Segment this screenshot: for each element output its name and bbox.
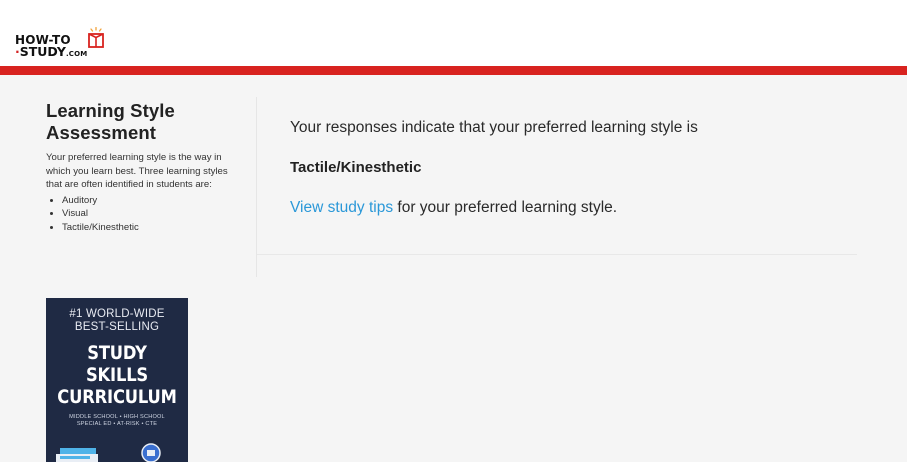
- list-item: Auditory: [62, 194, 246, 208]
- site-header: HOW-TO ·STUDY.COM: [0, 0, 907, 66]
- sidebar: Learning Style Assessment Your preferred…: [46, 100, 246, 235]
- promo-title-line2: CURRICULUM: [57, 386, 177, 408]
- promo-title-line1: STUDY SKILLS: [85, 342, 149, 386]
- promo-title: STUDY SKILLS CURRICULUM: [56, 342, 178, 408]
- result-panel: Your responses indicate that your prefer…: [290, 118, 850, 218]
- list-item: Visual: [62, 207, 246, 221]
- site-logo[interactable]: HOW-TO ·STUDY.COM: [15, 27, 119, 65]
- result-text: Your responses indicate that your prefer…: [290, 119, 698, 136]
- sidebar-description: Your preferred learning style is the way…: [46, 152, 228, 191]
- logo-text-study: ·STUDY.COM: [15, 44, 88, 59]
- curriculum-promo-banner[interactable]: #1 WORLD-WIDE BEST-SELLING STUDY SKILLS …: [46, 298, 188, 462]
- column-divider: [256, 97, 257, 277]
- promo-tagline-line1: #1 WORLD-WIDE: [69, 308, 165, 320]
- book-stack-icon: [56, 443, 161, 462]
- learning-style-result: Tactile/Kinesthetic: [290, 159, 422, 176]
- gift-box-icon: [88, 27, 104, 48]
- sidebar-title: Learning Style Assessment: [46, 100, 175, 143]
- learning-styles-list: Auditory Visual Tactile/Kinesthetic: [46, 194, 246, 235]
- study-tips-line: View study tips for your preferred learn…: [290, 198, 850, 218]
- list-item: Tactile/Kinesthetic: [62, 221, 246, 235]
- promo-audience-line1: MIDDLE SCHOOL • HIGH SCHOOL: [69, 414, 165, 420]
- study-tips-suffix: for your preferred learning style.: [393, 199, 618, 216]
- view-study-tips-link[interactable]: View study tips: [290, 199, 393, 216]
- promo-audience-line2: SPECIAL ED • AT-RISK • CTE: [76, 421, 158, 427]
- promo-audience: MIDDLE SCHOOL • HIGH SCHOOL SPECIAL ED •…: [46, 414, 188, 428]
- promo-tagline: #1 WORLD-WIDE BEST-SELLING: [46, 308, 188, 334]
- result-divider: [257, 254, 857, 255]
- header-accent-bar: [0, 66, 907, 75]
- promo-tagline-line2: BEST-SELLING: [74, 321, 160, 333]
